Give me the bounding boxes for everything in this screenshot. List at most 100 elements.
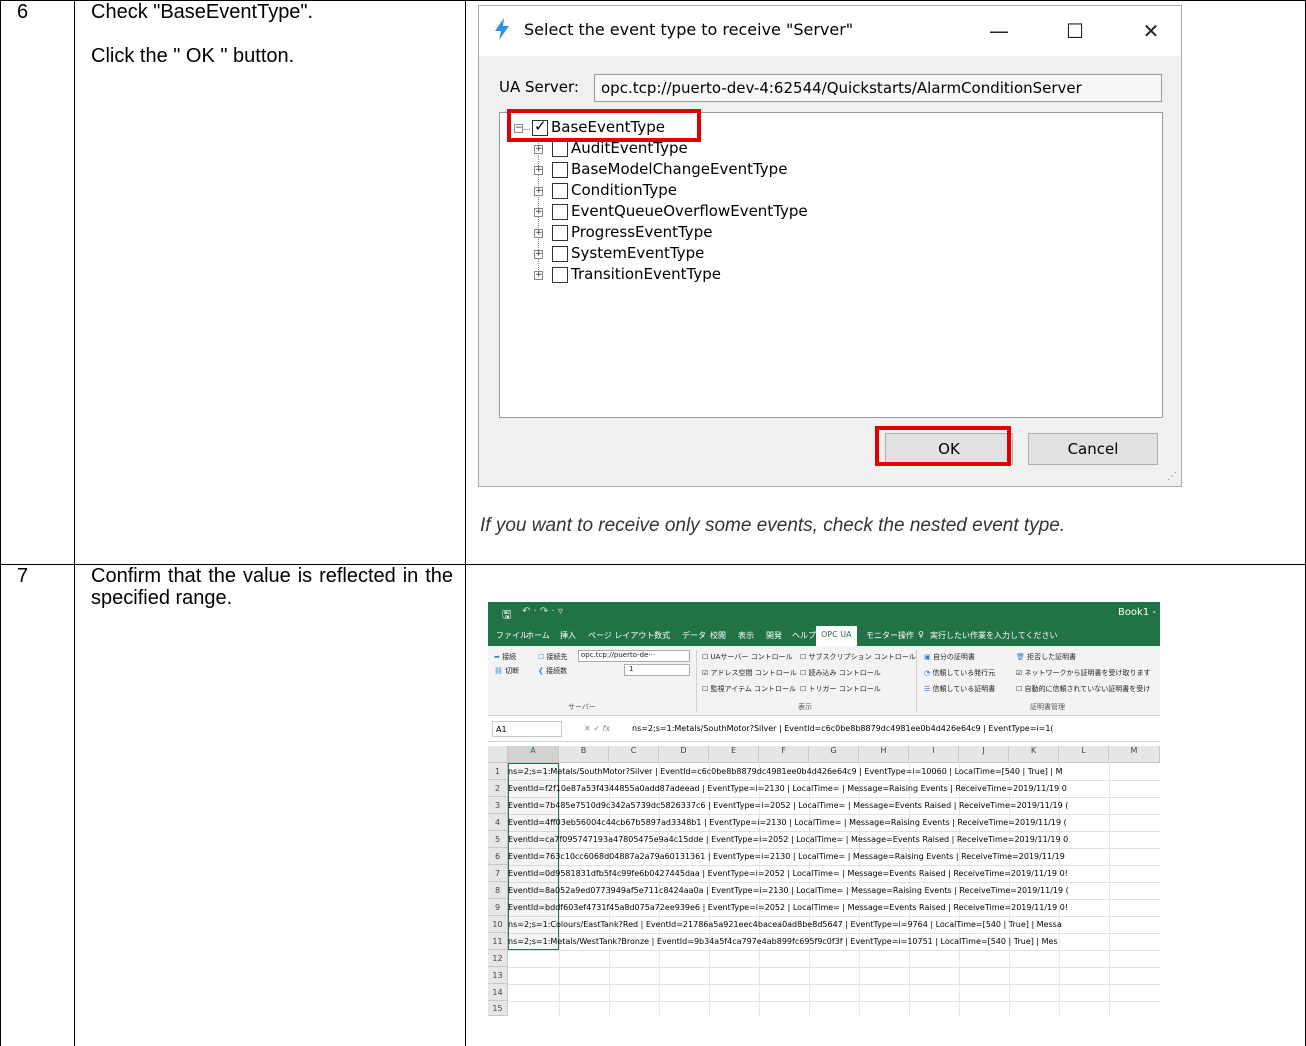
minimize-button[interactable]: —: [976, 14, 1022, 48]
row-header[interactable]: 4: [488, 814, 508, 831]
row-header[interactable]: 3: [488, 797, 508, 814]
maximize-button[interactable]: ☐: [1052, 14, 1098, 48]
event-type-checkbox[interactable]: [552, 183, 568, 199]
tab-home[interactable]: ホーム: [526, 630, 550, 641]
column-header[interactable]: I: [909, 746, 959, 763]
event-type-checkbox[interactable]: [552, 267, 568, 283]
column-header[interactable]: B: [559, 746, 609, 763]
column-header[interactable]: L: [1059, 746, 1109, 763]
row-header[interactable]: 14: [488, 984, 508, 1001]
tree-item-label[interactable]: BaseModelChangeEventType: [571, 159, 787, 180]
expand-icon[interactable]: +: [534, 271, 543, 280]
close-button[interactable]: ✕: [1128, 14, 1174, 48]
tab-file[interactable]: ファイル: [496, 630, 528, 641]
tab-formulas[interactable]: 数式: [654, 630, 670, 641]
column-header[interactable]: H: [859, 746, 909, 763]
column-header[interactable]: M: [1109, 746, 1160, 763]
cert-button[interactable]: 🗑 拒否した証明書: [1016, 652, 1076, 662]
resize-grip-icon[interactable]: ⋰: [1167, 471, 1177, 482]
cell-value[interactable]: EventId=bddf603ef4731f45a8d075a72ee939e6…: [508, 899, 1068, 916]
server-url-field[interactable]: opc.tcp://puerto-dev-4:62544/Quickstarts…: [594, 74, 1162, 102]
tab-help[interactable]: ヘルプ: [792, 630, 816, 641]
cell-value[interactable]: ns=2;s=1:Metals/WestTank?Bronze | EventI…: [508, 933, 1058, 950]
cert-button[interactable]: ▣ 自分の証明書: [924, 652, 975, 662]
name-box[interactable]: A1: [492, 721, 562, 737]
tab-developer[interactable]: 開発: [766, 630, 782, 641]
tab-opc-ua[interactable]: OPC UA: [816, 626, 857, 646]
tab-view[interactable]: 表示: [738, 630, 754, 641]
tab-data[interactable]: データ: [682, 630, 706, 641]
row-header[interactable]: 5: [488, 831, 508, 848]
expand-icon[interactable]: +: [534, 187, 543, 196]
row-header[interactable]: 12: [488, 950, 508, 967]
tab-page-layout[interactable]: ページ レイアウト: [588, 630, 654, 641]
event-type-checkbox[interactable]: [552, 141, 568, 157]
tree-item-label[interactable]: ProgressEventType: [571, 222, 712, 243]
cert-button[interactable]: ◔ 信頼している発行元: [924, 668, 995, 678]
expand-icon[interactable]: +: [534, 229, 543, 238]
column-header[interactable]: D: [659, 746, 709, 763]
column-header[interactable]: K: [1009, 746, 1059, 763]
tree-item-label[interactable]: EventQueueOverflowEventType: [571, 201, 808, 222]
cell-value[interactable]: EventId=8a052a9ed0773949af5e711c8424aa0a…: [508, 882, 1069, 899]
expand-icon[interactable]: +: [534, 166, 543, 175]
option-checkbox[interactable]: ☐ 読み込み コントロール: [800, 668, 881, 678]
cell-value[interactable]: EventId=4ff03eb56004c44cb67b5897ad3348b1…: [508, 814, 1067, 831]
option-checkbox[interactable]: ☐ サブスクリプション コントロール: [800, 652, 916, 662]
column-header[interactable]: A: [508, 746, 559, 763]
row-header[interactable]: 13: [488, 967, 508, 984]
row-header[interactable]: 9: [488, 899, 508, 916]
cell-value[interactable]: EventId=f2f10e87a53f4344855a0add87adeead…: [508, 780, 1067, 797]
expand-icon[interactable]: +: [534, 208, 543, 217]
option-checkbox[interactable]: ☐ トリガー コントロール: [800, 684, 881, 694]
option-checkbox[interactable]: ☐ UAサーバー コントロール: [702, 652, 793, 662]
target-dropdown[interactable]: opc.tcp://puerto-de···: [578, 650, 690, 662]
tab-monitor[interactable]: モニター操作: [866, 630, 914, 641]
cell-value[interactable]: ns=2;s=1:Metals/SouthMotor?Silver | Even…: [508, 763, 1063, 780]
cert-button[interactable]: ☰ 信頼している証明書: [924, 684, 995, 694]
undo-redo-icon[interactable]: ↶ · ↷ · ▿: [522, 606, 563, 617]
row-header[interactable]: 2: [488, 780, 508, 797]
option-checkbox[interactable]: ☑ アドレス空間 コントロール: [702, 668, 797, 678]
tree-item-label[interactable]: SystemEventType: [571, 243, 704, 264]
cert-checkbox[interactable]: ☐ 自動的に信頼されていない証明書を受け: [1016, 684, 1150, 694]
row-header[interactable]: 8: [488, 882, 508, 899]
column-header[interactable]: J: [959, 746, 1009, 763]
tree-item-label[interactable]: TransitionEventType: [571, 264, 721, 285]
cell-value[interactable]: EventId=ca7f095747193a47805475e9a4c15dde…: [508, 831, 1068, 848]
save-icon[interactable]: 🖫: [502, 606, 511, 625]
tell-me-box[interactable]: 実行したい作業を入力してください: [930, 630, 1058, 641]
select-all-corner[interactable]: [488, 746, 508, 763]
row-header[interactable]: 6: [488, 848, 508, 865]
event-type-checkbox[interactable]: [552, 225, 568, 241]
connect-button[interactable]: ➦ 接続: [494, 652, 516, 662]
formula-input[interactable]: ns=2;s=1:Metals/SouthMotor?Silver | Even…: [632, 724, 1054, 733]
row-header[interactable]: 10: [488, 916, 508, 933]
column-header[interactable]: C: [609, 746, 659, 763]
option-checkbox[interactable]: ☐ 監視アイテム コントロール: [702, 684, 796, 694]
tree-item-label[interactable]: ConditionType: [571, 180, 677, 201]
row-header[interactable]: 11: [488, 933, 508, 950]
tell-me-search-icon[interactable]: ♀: [918, 630, 924, 639]
cell-value[interactable]: EventId=763c10cc6068d04887a2a79a60131361…: [508, 848, 1065, 865]
column-header[interactable]: G: [809, 746, 859, 763]
expand-icon[interactable]: +: [534, 145, 543, 154]
expand-icon[interactable]: +: [534, 250, 543, 259]
event-type-checkbox[interactable]: [552, 246, 568, 262]
tab-review[interactable]: 校閲: [710, 630, 726, 641]
column-header[interactable]: E: [709, 746, 759, 763]
row-header[interactable]: 15: [488, 1001, 508, 1016]
cell-value[interactable]: EventId=7b485e7510d9c342a5739dc5826337c6…: [508, 797, 1068, 814]
row-header[interactable]: 7: [488, 865, 508, 882]
event-type-checkbox[interactable]: [552, 162, 568, 178]
event-type-checkbox[interactable]: [552, 204, 568, 220]
cancel-button[interactable]: Cancel: [1028, 433, 1158, 465]
disconnect-button[interactable]: ⛓ 切断: [494, 666, 519, 676]
row-header[interactable]: 1: [488, 763, 508, 780]
event-type-tree[interactable]: − BaseEventType + AuditEventType + BaseM…: [499, 112, 1163, 418]
count-field[interactable]: 1: [624, 664, 690, 676]
spreadsheet-grid[interactable]: A B C D E F G H I J K L M 1 2 3 4 5 6 7 …: [488, 746, 1160, 1016]
cell-value[interactable]: ns=2;s=1:Colours/EastTank?Red | EventId=…: [508, 916, 1062, 933]
tab-insert[interactable]: 挿入: [560, 630, 576, 641]
cell-value[interactable]: EventId=0d9581831dfb5f4c99fe6b0427445daa…: [508, 865, 1068, 882]
